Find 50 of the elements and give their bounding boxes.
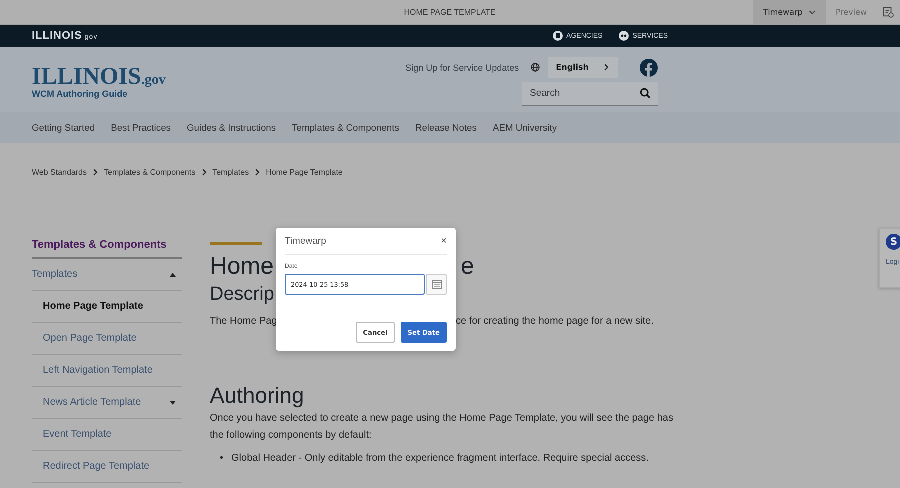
page-settings-icon[interactable] <box>883 6 894 18</box>
close-button[interactable]: × <box>441 236 447 247</box>
nav-link[interactable]: Release Notes <box>415 122 477 133</box>
sidebar-item[interactable]: Open Page Template <box>32 323 182 355</box>
signup-link[interactable]: Sign Up for Service Updates <box>406 62 520 72</box>
intro-text: ce for creating the home page for a new site. <box>456 315 654 329</box>
chevron-down-icon <box>808 8 816 16</box>
sidebar-item[interactable]: News Article Template <box>32 387 182 419</box>
building-icon <box>552 31 563 41</box>
breadcrumb-link[interactable]: Templates & Components <box>104 168 196 176</box>
calendar-button[interactable] <box>426 274 447 295</box>
sidebar-item[interactable]: Event Template <box>32 419 182 451</box>
search-field[interactable]: Search <box>522 82 658 106</box>
section-heading: Descrip <box>210 283 274 307</box>
sidebar-item[interactable]: Templates <box>32 259 182 291</box>
chevron-right-icon <box>603 64 610 71</box>
bullet-marker: • <box>220 452 224 466</box>
mode-tab[interactable]: Timewarp <box>753 0 826 24</box>
nav-link[interactable]: Templates & Components <box>292 122 400 133</box>
sidebar-item[interactable]: Redirect Page Template <box>32 451 182 483</box>
dialog-title: Timewarp <box>285 236 326 247</box>
caret-down-icon <box>170 400 176 404</box>
calendar-icon <box>432 280 442 289</box>
caret-up-icon <box>170 272 176 276</box>
breadcrumb-link[interactable]: Templates <box>212 168 250 176</box>
breadcrumb-link[interactable]: Home Page Template <box>266 168 343 176</box>
section-heading: Authoring <box>210 382 304 410</box>
sidebar-title: Templates & Components <box>32 239 182 259</box>
chevron-right-icon <box>200 168 208 176</box>
chevron-right-icon <box>92 168 99 176</box>
site-logo[interactable]: ILLINOIS.gov WCM Authoring Guide <box>32 57 166 112</box>
body-paragraph: Once you have selected to create a new page using the Home Page Template, you will see the page has the following components by default: <box>210 412 674 443</box>
page-heading: Home <box>210 252 274 282</box>
facebook-icon[interactable] <box>640 58 658 76</box>
profile-badge[interactable]: S <box>886 234 900 250</box>
nav-link[interactable]: AEM University <box>492 122 558 133</box>
page-title: HOME PAGE TEMPLATE <box>404 8 496 16</box>
search-icon <box>640 88 651 99</box>
grid-icon <box>618 31 629 41</box>
page-heading: e <box>461 252 474 282</box>
nav-link[interactable]: Guides & Instructions <box>186 122 276 133</box>
sidebar-item[interactable]: Home Page Template <box>32 291 182 323</box>
list-item: Global Header - Only editable from the experience fragment interface. Require special access. <box>232 452 649 466</box>
breadcrumb-link[interactable]: Web Standards <box>32 168 87 176</box>
chevron-right-icon <box>254 168 262 176</box>
language-button[interactable]: English <box>548 57 618 78</box>
sidebar-item[interactable]: Left Navigation Template <box>32 355 182 387</box>
nav-link[interactable]: Best Practices <box>111 122 171 133</box>
nav-link[interactable]: Getting Started <box>32 122 96 133</box>
globe-icon <box>531 63 540 72</box>
